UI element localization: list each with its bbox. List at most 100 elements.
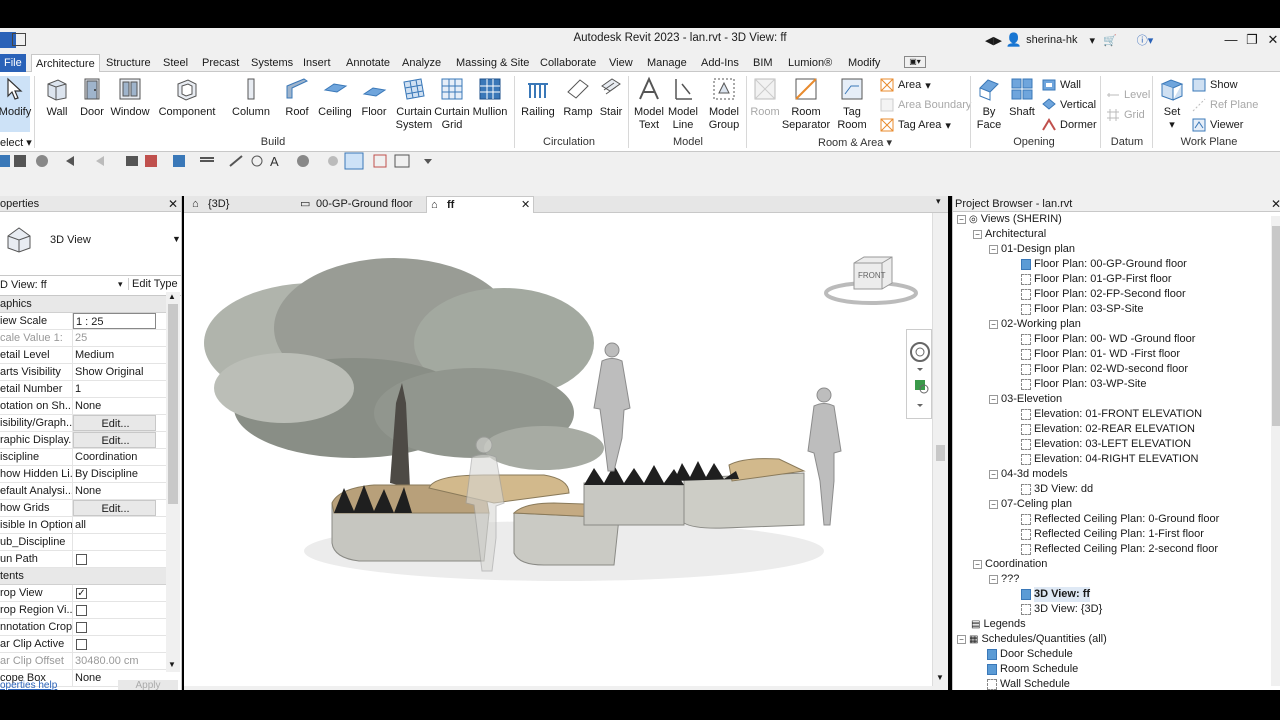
tab-steel[interactable]: Steel [159, 54, 192, 72]
stair-button[interactable]: Stair [596, 76, 626, 119]
property-value[interactable]: 1 [73, 381, 156, 397]
cart-icon[interactable]: 🛒 [1103, 34, 1117, 47]
level-button[interactable]: Level [1106, 87, 1150, 103]
tree-node[interactable]: −04-3d models [989, 467, 1068, 482]
property-value[interactable]: Coordination [73, 449, 156, 465]
mullion-button[interactable]: Mullion [472, 76, 508, 119]
tab-analyze[interactable]: Analyze [398, 54, 445, 72]
visibility-graphics-edit-button[interactable]: Edit... [73, 415, 156, 431]
property-value[interactable] [73, 534, 156, 550]
property-value[interactable]: Show Original [73, 364, 156, 380]
tree-node[interactable]: Floor Plan: 02-WD-second floor [1021, 362, 1188, 377]
tab-addins[interactable]: Add-Ins [697, 54, 743, 72]
tree-node[interactable]: −02-Working plan [989, 317, 1081, 332]
type-selector[interactable]: 3D View ▼ [0, 212, 181, 276]
tree-node[interactable]: Elevation: 02-REAR ELEVATION [1021, 422, 1195, 437]
instance-filter[interactable]: D View: ff [0, 279, 47, 291]
properties-scrollbar[interactable]: ▲ ▼ [166, 292, 180, 672]
by-face-button[interactable]: By Face [974, 76, 1004, 132]
curtain-grid-button[interactable]: Curtain Grid [434, 76, 470, 132]
category-extents[interactable]: tents [0, 568, 166, 585]
model-text-button[interactable]: Model Text [632, 76, 666, 132]
tree-node[interactable]: Floor Plan: 02-FP-Second floor [1021, 287, 1186, 302]
vertical-button[interactable]: Vertical [1042, 97, 1096, 113]
property-value[interactable]: None [73, 398, 156, 414]
tab-annotate[interactable]: Annotate [342, 54, 394, 72]
ref-plane-button[interactable]: Ref Plane [1192, 97, 1258, 113]
ceiling-button[interactable]: Ceiling [316, 76, 354, 119]
edit-type-button[interactable]: Edit Type [128, 278, 178, 290]
property-value[interactable]: Medium [73, 347, 156, 363]
tree-node[interactable]: Floor Plan: 01-GP-First floor [1021, 272, 1172, 287]
area-boundary-button[interactable]: Area Boundary [880, 97, 971, 113]
user-dropdown-icon[interactable]: ▾ [1089, 34, 1095, 47]
tree-node[interactable]: Floor Plan: 01- WD -First floor [1021, 347, 1180, 362]
model-line-button[interactable]: Model Line [666, 76, 700, 132]
close-icon[interactable]: ✕ [1264, 31, 1280, 49]
tab-3d-default[interactable]: ⌂ {3D} [188, 196, 292, 213]
tab-structure[interactable]: Structure [102, 54, 155, 72]
tree-node[interactable]: Floor Plan: 03-WP-Site [1021, 377, 1146, 392]
ramp-button[interactable]: Ramp [562, 76, 594, 119]
view-scale-input[interactable]: 1 : 25 [73, 313, 156, 329]
graphic-display-edit-button[interactable]: Edit... [73, 432, 156, 448]
dormer-button[interactable]: Dormer [1042, 117, 1097, 133]
room-button[interactable]: Room [748, 76, 782, 119]
tree-node[interactable]: Room Schedule [987, 662, 1078, 677]
properties-scroll-thumb[interactable] [168, 304, 178, 504]
tree-node[interactable]: −01-Design plan [989, 242, 1075, 257]
navigation-bar-icons[interactable] [907, 330, 933, 420]
tree-node[interactable]: Reflected Ceiling Plan: 2-second floor [1021, 542, 1218, 557]
tree-node[interactable]: Reflected Ceiling Plan: 0-Ground floor [1021, 512, 1219, 527]
tab-architecture[interactable]: Architecture [31, 54, 100, 72]
collapse-icon[interactable]: − [989, 245, 998, 254]
tab-lumion[interactable]: Lumion® [784, 54, 836, 72]
collapse-icon[interactable]: − [989, 470, 998, 479]
tab-collaborate[interactable]: Collaborate [536, 54, 600, 72]
window-button[interactable]: Window [110, 76, 150, 119]
sun-path-checkbox[interactable] [76, 554, 87, 565]
shaft-button[interactable]: Shaft [1006, 76, 1038, 119]
set-button[interactable]: Set ▾ [1156, 76, 1188, 132]
grid-button[interactable]: Grid [1106, 107, 1145, 123]
category-graphics[interactable]: aphics [0, 296, 166, 313]
roof-button[interactable]: Roof [282, 76, 312, 119]
crop-view-checkbox[interactable]: ✓ [76, 588, 87, 599]
viewcube-front-label[interactable]: FRONT [858, 271, 886, 280]
tree-node[interactable]: Reflected Ceiling Plan: 1-First floor [1021, 527, 1204, 542]
type-dropdown-icon[interactable]: ▼ [172, 234, 181, 244]
tree-node[interactable]: Door Schedule [987, 647, 1073, 662]
tab-ground-floor[interactable]: ▭ 00-GP-Ground floor [296, 196, 424, 213]
browser-scroll-thumb[interactable] [1272, 226, 1280, 426]
component-button[interactable]: Component [158, 76, 216, 119]
tree-node[interactable]: − ◎ Views (SHERIN) [957, 212, 1062, 227]
tree-node[interactable]: 3D View: dd [1021, 482, 1093, 497]
tree-node[interactable]: −03-Elevetion [989, 392, 1062, 407]
door-button[interactable]: Door [78, 76, 106, 119]
drawing-area[interactable]: FRONT [184, 213, 932, 686]
instance-dropdown-icon[interactable]: ▾ [118, 279, 123, 290]
property-value[interactable]: all [73, 517, 156, 533]
select-dropdown[interactable]: elect ▾ [0, 136, 32, 149]
tab-manage[interactable]: Manage [643, 54, 691, 72]
collapse-icon[interactable]: − [989, 500, 998, 509]
wall-button[interactable]: Wall [42, 76, 72, 119]
tab-insert[interactable]: Insert [299, 54, 335, 72]
restore-icon[interactable]: ❐ [1243, 31, 1261, 49]
tab-overflow-icon[interactable]: ▾ [936, 196, 941, 207]
tree-node[interactable]: ▤ Legends [971, 617, 1026, 632]
collapse-icon[interactable]: − [957, 215, 966, 224]
collapse-icon[interactable]: − [957, 635, 966, 644]
tree-node[interactable]: −07-Celing plan [989, 497, 1072, 512]
viewport-scrollbar[interactable]: ▼ [932, 213, 948, 686]
viewcube[interactable]: FRONT [824, 253, 918, 311]
tree-node[interactable]: − Architectural [973, 227, 1046, 242]
show-workplane-button[interactable]: Show [1192, 77, 1238, 93]
annotation-crop-checkbox[interactable] [76, 622, 87, 633]
tab-massing-site[interactable]: Massing & Site [452, 54, 533, 72]
area-button[interactable]: Area ▾ [880, 77, 931, 93]
tab-systems[interactable]: Systems [247, 54, 297, 72]
tree-node[interactable]: Floor Plan: 00-GP-Ground floor [1021, 257, 1187, 272]
tree-node[interactable]: Elevation: 04-RIGHT ELEVATION [1021, 452, 1198, 467]
collapse-icon[interactable]: − [973, 230, 982, 239]
